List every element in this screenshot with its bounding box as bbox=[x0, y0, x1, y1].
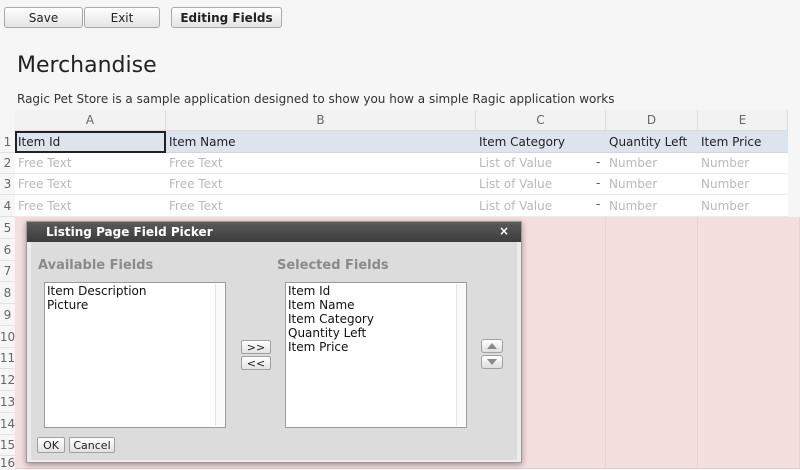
data-cell[interactable]: Number bbox=[698, 153, 788, 174]
row-number: 4 bbox=[0, 195, 15, 217]
data-cell[interactable]: Number bbox=[698, 174, 788, 195]
field-picker-dialog: Listing Page Field Picker × Available Fi… bbox=[26, 221, 522, 463]
row-number: 5 bbox=[0, 217, 15, 239]
save-button[interactable]: Save bbox=[4, 7, 83, 28]
scrollbar[interactable] bbox=[215, 284, 224, 426]
arrow-up-icon bbox=[487, 343, 497, 349]
row-number: 15 bbox=[0, 435, 15, 456]
row-number: 10 bbox=[0, 326, 15, 348]
field-cell-item-name[interactable]: Item Name bbox=[166, 131, 476, 153]
data-cell[interactable]: List of Value bbox=[476, 174, 606, 195]
move-up-button[interactable] bbox=[481, 339, 503, 353]
field-cell-item-category[interactable]: Item Category bbox=[476, 131, 606, 153]
row-number: 13 bbox=[0, 391, 15, 413]
editing-fields-button[interactable]: Editing Fields bbox=[171, 7, 282, 28]
data-cell[interactable]: Free Text bbox=[166, 153, 476, 174]
data-cell[interactable]: Free Text bbox=[15, 174, 166, 195]
field-cell-item-id[interactable]: Item Id bbox=[15, 131, 166, 153]
row-number: 16 bbox=[0, 456, 16, 470]
toolbar: Save Exit Editing Fields bbox=[0, 0, 800, 35]
remove-field-button[interactable]: << bbox=[241, 356, 271, 370]
row-number: 11 bbox=[0, 348, 15, 369]
empty-cells-column-e[interactable] bbox=[698, 217, 800, 469]
cancel-button[interactable]: Cancel bbox=[69, 437, 115, 453]
page-title: Merchandise bbox=[17, 53, 157, 78]
row-number: 9 bbox=[0, 304, 15, 326]
data-cell[interactable]: List of Value bbox=[476, 153, 606, 174]
list-item[interactable]: Item Price bbox=[288, 340, 464, 354]
data-cell[interactable]: Free Text bbox=[166, 174, 476, 195]
row-number: 12 bbox=[0, 369, 15, 391]
list-item[interactable]: Picture bbox=[47, 298, 223, 312]
empty-cells-column-d[interactable] bbox=[606, 217, 698, 469]
dropdown-indicator: - bbox=[596, 197, 601, 211]
data-cell[interactable]: Number bbox=[606, 195, 698, 217]
page-description: Ragic Pet Store is a sample application … bbox=[17, 92, 615, 106]
column-header-a[interactable]: A bbox=[15, 110, 166, 131]
available-fields-list[interactable]: Item Description Picture bbox=[44, 282, 226, 428]
list-item[interactable]: Item Name bbox=[288, 298, 464, 312]
selected-fields-label: Selected Fields bbox=[277, 258, 389, 273]
add-field-button[interactable]: >> bbox=[241, 340, 271, 354]
data-cell[interactable]: Free Text bbox=[15, 195, 166, 217]
row-number: 6 bbox=[0, 239, 15, 261]
data-cell[interactable]: Number bbox=[606, 174, 698, 195]
row-number: 7 bbox=[0, 261, 15, 282]
selected-fields-list[interactable]: Item Id Item Name Item Category Quantity… bbox=[285, 282, 467, 428]
field-cell-quantity-left[interactable]: Quantity Left bbox=[606, 131, 698, 153]
close-icon[interactable]: × bbox=[499, 224, 509, 238]
dialog-body: Available Fields Selected Fields Item De… bbox=[31, 242, 517, 460]
exit-button[interactable]: Exit bbox=[84, 7, 160, 28]
arrow-down-icon bbox=[487, 359, 497, 365]
list-item[interactable]: Quantity Left bbox=[288, 326, 464, 340]
row-number: 3 bbox=[0, 174, 15, 195]
row-number: 1 bbox=[0, 131, 15, 153]
list-item[interactable]: Item Category bbox=[288, 312, 464, 326]
list-item[interactable]: Item Id bbox=[288, 284, 464, 298]
dropdown-indicator: - bbox=[596, 155, 601, 169]
column-header-b[interactable]: B bbox=[166, 110, 476, 131]
column-header-d[interactable]: D bbox=[606, 110, 698, 131]
dropdown-indicator: - bbox=[596, 176, 601, 190]
data-cell[interactable]: Number bbox=[698, 195, 788, 217]
available-fields-label: Available Fields bbox=[38, 258, 154, 273]
data-cell[interactable]: Free Text bbox=[166, 195, 476, 217]
column-header-c[interactable]: C bbox=[476, 110, 606, 131]
field-cell-item-price[interactable]: Item Price bbox=[698, 131, 788, 153]
data-cell[interactable]: List of Value bbox=[476, 195, 606, 217]
row-number: 2 bbox=[0, 153, 15, 174]
data-cell[interactable]: Number bbox=[606, 153, 698, 174]
row-number: 14 bbox=[0, 413, 15, 435]
dialog-title: Listing Page Field Picker bbox=[27, 222, 521, 242]
ok-button[interactable]: OK bbox=[37, 437, 65, 453]
column-header-e[interactable]: E bbox=[698, 110, 788, 131]
scrollbar[interactable] bbox=[456, 284, 465, 426]
row-number: 8 bbox=[0, 282, 15, 304]
data-cell[interactable]: Free Text bbox=[15, 153, 166, 174]
list-item[interactable]: Item Description bbox=[47, 284, 223, 298]
move-down-button[interactable] bbox=[481, 355, 503, 369]
